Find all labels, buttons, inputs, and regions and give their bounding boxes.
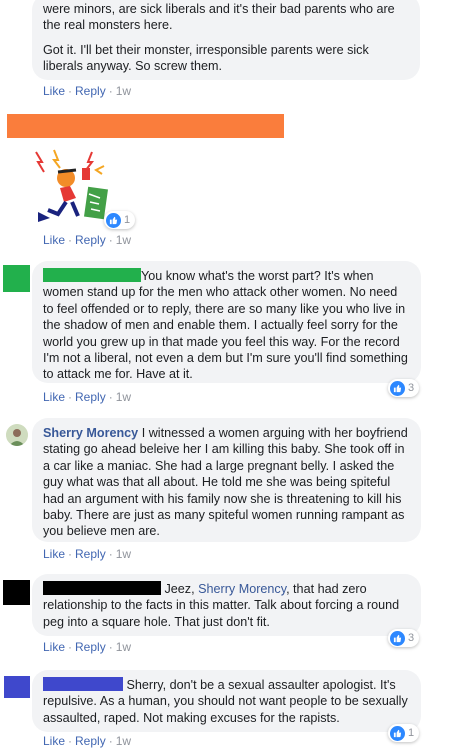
like-link[interactable]: Like <box>43 233 65 247</box>
comment-bubble-2: You know what's the worst part? It's whe… <box>32 261 421 383</box>
comment-bubble-0: were minors, are sick liberals and it's … <box>32 0 420 80</box>
reaction-number: 3 <box>408 382 415 394</box>
separator: · <box>68 84 73 98</box>
like-link[interactable]: Like <box>43 547 65 561</box>
timestamp[interactable]: 1w <box>116 84 131 98</box>
mention-link[interactable]: Sherry Morency <box>198 582 286 596</box>
comment-text: I witnessed a women arguing with her boy… <box>43 426 408 539</box>
thumbs-up-icon <box>106 212 121 228</box>
timestamp[interactable]: 1w <box>116 640 131 654</box>
comment-body: You know what's the worst part? It's whe… <box>43 268 410 383</box>
thumbs-up-icon <box>390 380 405 396</box>
reply-link[interactable]: Reply <box>75 84 106 98</box>
like-link[interactable]: Like <box>43 84 65 98</box>
comment-bubble-5: Sherry, don't be a sexual assaulter apol… <box>32 670 421 732</box>
comment-bubble-4: Jeez, Sherry Morency, that had zero rela… <box>32 574 421 636</box>
cartoon-sticker <box>30 148 114 228</box>
redacted-name <box>43 581 161 595</box>
separator: · <box>68 547 73 561</box>
separator: · <box>108 390 113 404</box>
redacted-name <box>43 268 141 282</box>
comment-bubble-3: Sherry Morency I witnessed a women argui… <box>32 418 421 542</box>
avatar[interactable] <box>4 676 30 698</box>
comment-body: Jeez, Sherry Morency, that had zero rela… <box>43 581 410 630</box>
reaction-count[interactable]: 1 <box>388 724 420 742</box>
timestamp[interactable]: 1w <box>116 547 131 561</box>
reaction-number: 1 <box>124 214 131 226</box>
avatar[interactable] <box>3 265 30 292</box>
comment-body: Sherry Morency I witnessed a women argui… <box>43 425 410 540</box>
comment-text: were minors, are sick liberals and it's … <box>43 2 395 33</box>
reaction-count[interactable]: 3 <box>388 629 420 647</box>
separator: · <box>68 233 73 247</box>
separator: · <box>108 233 113 247</box>
comment-actions-2: Like · Reply · 1w <box>43 390 131 404</box>
separator: · <box>108 734 113 748</box>
reaction-count[interactable]: 1 <box>104 211 136 229</box>
like-link[interactable]: Like <box>43 390 65 404</box>
avatar[interactable] <box>3 580 30 605</box>
redacted-name <box>43 677 123 691</box>
comment-text: Got it. I'll bet their monster, irrespon… <box>43 42 369 74</box>
redacted-name-bar <box>7 114 284 138</box>
timestamp[interactable]: 1w <box>116 233 131 247</box>
reaction-count[interactable]: 3 <box>388 379 420 397</box>
timestamp[interactable]: 1w <box>116 390 131 404</box>
reply-link[interactable]: Reply <box>75 233 106 247</box>
separator: · <box>68 734 73 748</box>
comment-actions-5: Like · Reply · 1w <box>43 734 131 748</box>
comment-actions-3: Like · Reply · 1w <box>43 547 131 561</box>
separator: · <box>68 390 73 404</box>
reply-link[interactable]: Reply <box>75 547 106 561</box>
comment-actions-1: Like · Reply · 1w <box>43 233 131 247</box>
reaction-number: 1 <box>408 727 415 739</box>
comment-body: Sherry, don't be a sexual assaulter apol… <box>43 677 410 726</box>
separator: · <box>108 640 113 654</box>
avatar[interactable] <box>6 424 28 446</box>
reply-link[interactable]: Reply <box>75 734 106 748</box>
like-link[interactable]: Like <box>43 640 65 654</box>
thumbs-up-icon <box>390 630 405 646</box>
separator: · <box>108 84 113 98</box>
separator: · <box>68 640 73 654</box>
like-link[interactable]: Like <box>43 734 65 748</box>
reaction-number: 3 <box>408 632 415 644</box>
comment-actions-0: Like · Reply · 1w <box>43 84 131 98</box>
reply-link[interactable]: Reply <box>75 640 106 654</box>
reply-link[interactable]: Reply <box>75 390 106 404</box>
timestamp[interactable]: 1w <box>116 734 131 748</box>
comment-text: Jeez, <box>164 582 195 596</box>
thumbs-up-icon <box>390 725 405 741</box>
comment-actions-4: Like · Reply · 1w <box>43 640 131 654</box>
comment-text: You know what's the worst part? It's whe… <box>43 269 408 382</box>
author-name[interactable]: Sherry Morency <box>43 426 138 440</box>
separator: · <box>108 547 113 561</box>
